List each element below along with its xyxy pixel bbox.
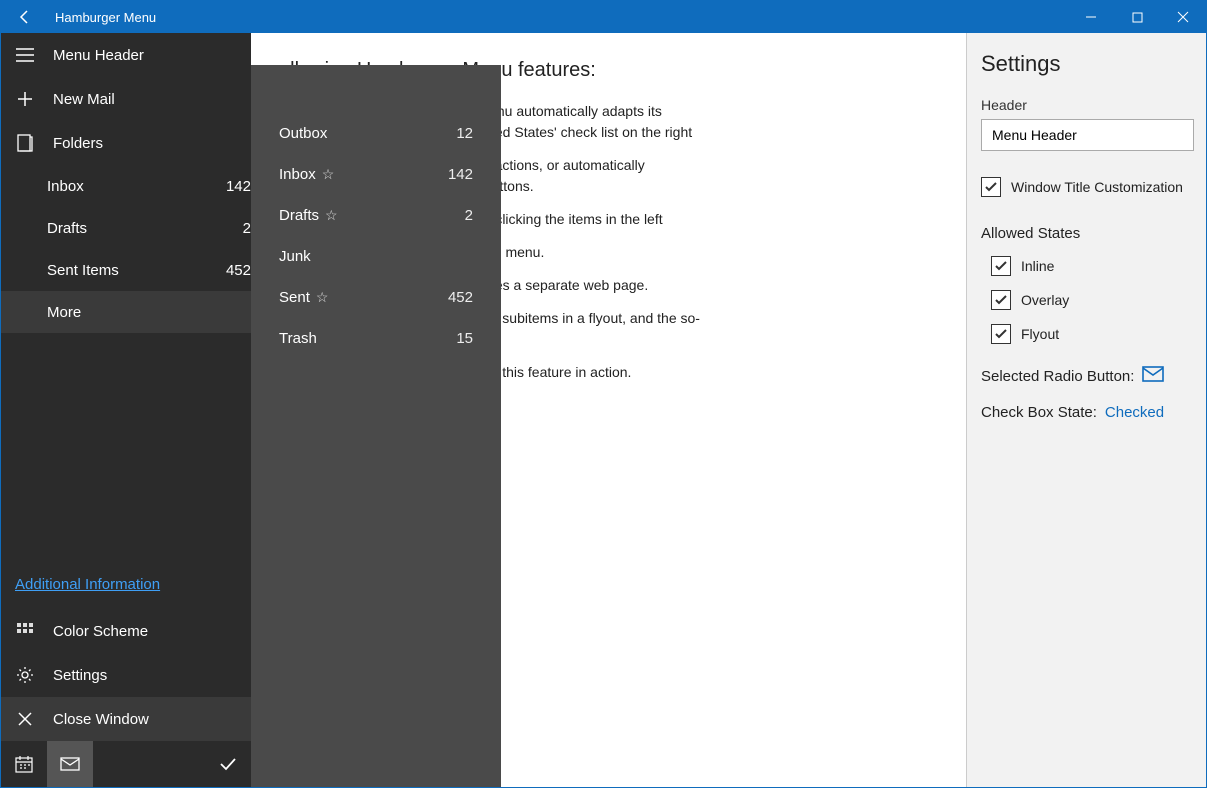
star-icon: ☆ bbox=[325, 207, 338, 224]
allowed-states-label: Allowed States bbox=[981, 225, 1194, 242]
header-field-label: Header bbox=[981, 97, 1194, 113]
more-flyout: Outbox 12 Inbox ☆ 142 Drafts ☆ 2 Junk Se… bbox=[251, 65, 501, 787]
title-bar: Hamburger Menu bbox=[1, 1, 1206, 33]
hamburger-icon bbox=[15, 48, 35, 62]
settings-label: Settings bbox=[53, 667, 237, 684]
close-button[interactable] bbox=[1160, 1, 1206, 33]
star-icon: ☆ bbox=[322, 166, 335, 183]
maximize-button[interactable] bbox=[1114, 1, 1160, 33]
flyout-item-inbox[interactable]: Inbox ☆ 142 bbox=[251, 154, 501, 195]
calendar-radio-button[interactable] bbox=[1, 741, 47, 787]
folders-label: Folders bbox=[53, 135, 237, 152]
folder-item-inbox[interactable]: Inbox 142 bbox=[1, 165, 251, 207]
gear-icon bbox=[15, 666, 35, 684]
flyout-item-drafts[interactable]: Drafts ☆ 2 bbox=[251, 195, 501, 236]
color-scheme-button[interactable]: Color Scheme bbox=[1, 609, 251, 653]
flyout-item-outbox[interactable]: Outbox 12 bbox=[251, 113, 501, 154]
flyout-item-trash[interactable]: Trash 15 bbox=[251, 318, 501, 359]
mail-radio-button[interactable] bbox=[47, 741, 93, 787]
check-toggle-button[interactable] bbox=[205, 741, 251, 787]
window-title-label: Window Title Customization bbox=[1011, 179, 1183, 195]
color-scheme-label: Color Scheme bbox=[53, 623, 237, 640]
grid-icon bbox=[15, 623, 35, 639]
bottom-radio-strip bbox=[1, 741, 251, 787]
plus-icon bbox=[15, 91, 35, 107]
folder-item-drafts[interactable]: Drafts 2 bbox=[1, 207, 251, 249]
close-window-label: Close Window bbox=[53, 711, 237, 728]
new-mail-button[interactable]: New Mail bbox=[1, 77, 251, 121]
close-icon bbox=[15, 712, 35, 726]
settings-title: Settings bbox=[981, 51, 1194, 77]
selected-radio-label: Selected Radio Button: bbox=[981, 368, 1134, 385]
settings-button[interactable]: Settings bbox=[1, 653, 251, 697]
flyout-item-junk[interactable]: Junk bbox=[251, 236, 501, 277]
checkbox-state-value: Checked bbox=[1105, 404, 1164, 421]
back-button[interactable] bbox=[1, 1, 49, 33]
window-title: Hamburger Menu bbox=[49, 10, 156, 25]
folders-button[interactable]: Folders bbox=[1, 121, 251, 165]
minimize-button[interactable] bbox=[1068, 1, 1114, 33]
close-window-button[interactable]: Close Window bbox=[1, 697, 251, 741]
star-icon: ☆ bbox=[316, 289, 329, 306]
menu-header-label: Menu Header bbox=[53, 47, 237, 64]
hamburger-sidebar: Menu Header New Mail Folders Inbox 142 D… bbox=[1, 33, 251, 787]
settings-panel: Settings Header Window Title Customizati… bbox=[966, 33, 1206, 787]
flyout-checkbox[interactable] bbox=[991, 324, 1011, 344]
new-mail-label: New Mail bbox=[53, 91, 237, 108]
header-input[interactable] bbox=[981, 119, 1194, 151]
folder-item-more[interactable]: More bbox=[1, 291, 251, 333]
folder-icon bbox=[15, 134, 35, 152]
window-title-checkbox[interactable] bbox=[981, 177, 1001, 197]
folder-item-sent[interactable]: Sent Items 452 bbox=[1, 249, 251, 291]
additional-info-link[interactable]: Additional Information bbox=[1, 559, 251, 609]
inline-checkbox[interactable] bbox=[991, 256, 1011, 276]
flyout-item-sent[interactable]: Sent ☆ 452 bbox=[251, 277, 501, 318]
menu-header-button[interactable]: Menu Header bbox=[1, 33, 251, 77]
checkbox-state-label: Check Box State: bbox=[981, 404, 1097, 421]
overlay-checkbox[interactable] bbox=[991, 290, 1011, 310]
mail-icon bbox=[1142, 366, 1164, 386]
